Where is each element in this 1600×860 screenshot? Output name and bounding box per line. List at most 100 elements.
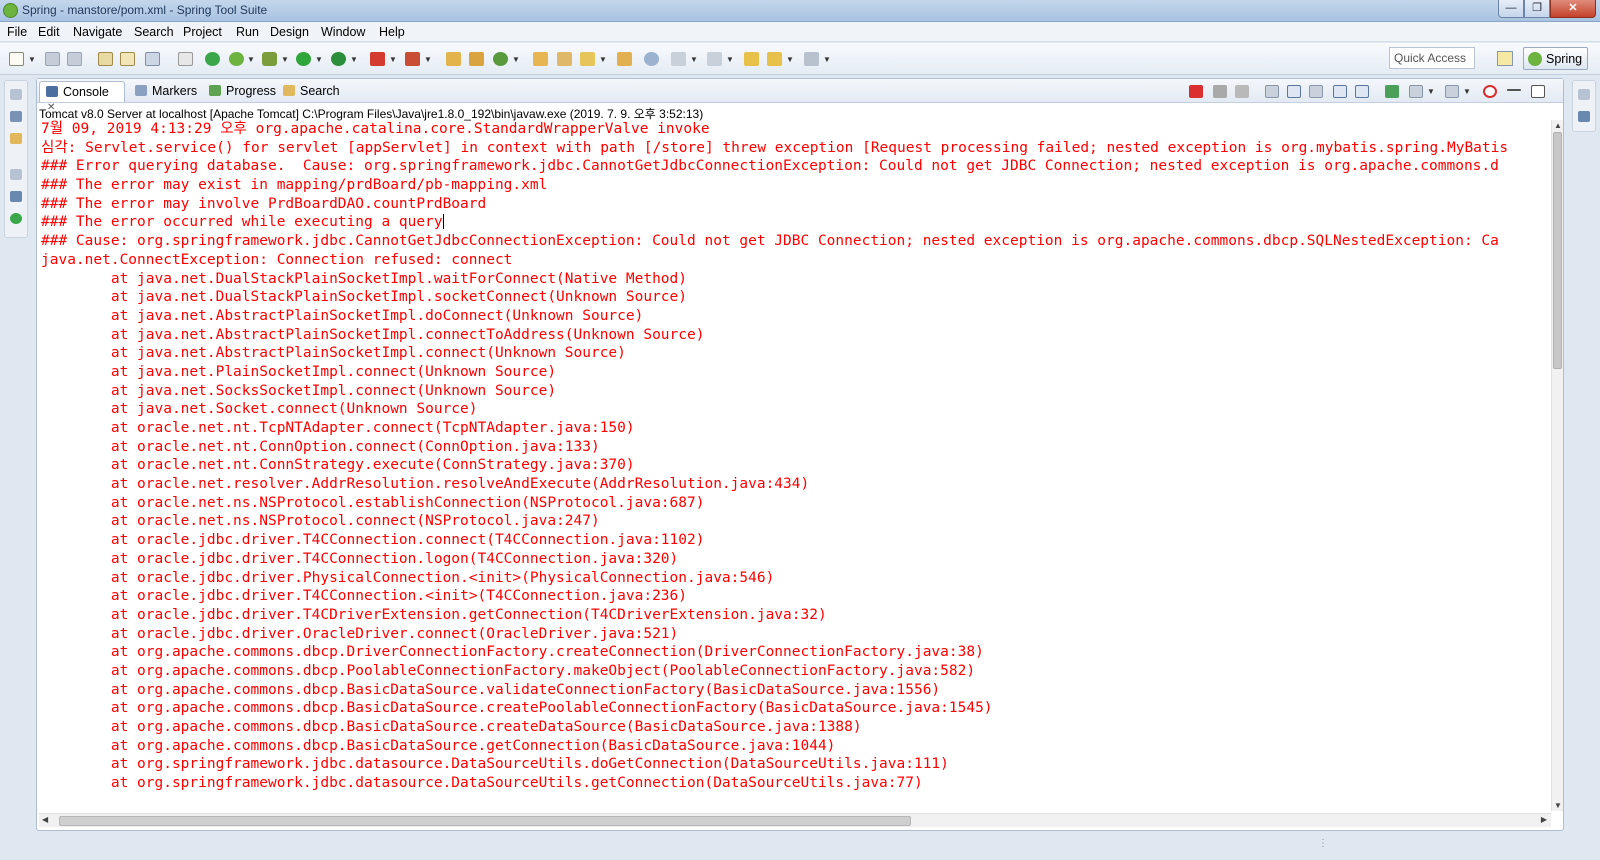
scroll-thumb[interactable] xyxy=(59,816,911,826)
pin-editor-icon[interactable] xyxy=(707,52,722,66)
new-class-dropdown-icon[interactable]: ▼ xyxy=(424,55,432,64)
console-line: at org.springframework.jdbc.datasource.D… xyxy=(41,775,923,792)
tab-search[interactable]: Search xyxy=(277,81,347,102)
last-edit-icon[interactable] xyxy=(671,52,686,66)
open-task-dropdown-icon[interactable]: ▼ xyxy=(512,55,520,64)
coverage-icon[interactable] xyxy=(262,52,277,66)
debug-icon[interactable] xyxy=(205,52,220,66)
vertical-scrollbar[interactable]: ▲ ▼ xyxy=(1551,120,1563,811)
task-list-icon[interactable] xyxy=(1578,111,1590,122)
menu-project[interactable]: Project xyxy=(183,25,222,39)
scroll-thumb[interactable] xyxy=(1553,132,1562,369)
spring-perspective-button[interactable]: Spring xyxy=(1523,47,1588,70)
close-window-button[interactable]: ✕ xyxy=(1550,0,1596,18)
menu-design[interactable]: Design xyxy=(270,25,309,39)
new-package-icon[interactable] xyxy=(331,52,346,66)
remove-all-icon[interactable] xyxy=(1235,85,1249,98)
remove-launch-icon[interactable] xyxy=(1213,85,1227,98)
progress-icon xyxy=(209,85,221,96)
open-console-dropdown-icon[interactable]: ▼ xyxy=(1463,87,1471,96)
history-icon[interactable] xyxy=(804,52,819,66)
minimize-icon[interactable] xyxy=(1507,89,1521,91)
spring-boot-icon[interactable] xyxy=(178,52,193,66)
refresh-icon[interactable] xyxy=(446,52,461,66)
pin-console-icon[interactable] xyxy=(1385,85,1399,98)
scroll-right-icon[interactable]: ▶ xyxy=(1541,815,1547,824)
menu-window[interactable]: Window xyxy=(321,25,365,39)
scroll-up-icon[interactable]: ▲ xyxy=(1554,121,1562,130)
show-on-stderr-icon[interactable] xyxy=(1355,85,1369,98)
scroll-left-icon[interactable]: ◀ xyxy=(42,815,48,824)
open-console-icon[interactable] xyxy=(1445,85,1459,98)
word-wrap-icon[interactable] xyxy=(1309,85,1323,98)
save-all-icon[interactable] xyxy=(67,52,82,66)
open-perspective-icon[interactable] xyxy=(1497,51,1513,66)
new-icon[interactable] xyxy=(9,52,24,66)
outline-icon[interactable] xyxy=(10,191,22,202)
clear-console-icon[interactable] xyxy=(1265,85,1279,98)
new-package-dropdown-icon[interactable]: ▼ xyxy=(350,55,358,64)
stop-dropdown-icon[interactable]: ▼ xyxy=(389,55,397,64)
tab-markers[interactable]: Markers xyxy=(129,81,203,102)
restore-icon[interactable] xyxy=(1578,89,1590,100)
save-icon[interactable] xyxy=(45,52,60,66)
terminate-icon[interactable] xyxy=(1189,85,1203,98)
console-line: at oracle.jdbc.driver.PhysicalConnection… xyxy=(41,569,775,586)
prev-annotation-icon[interactable] xyxy=(644,52,659,66)
menu-run[interactable]: Run xyxy=(236,25,259,39)
external-tools-dropdown-icon[interactable]: ▼ xyxy=(315,55,323,64)
restore-icon[interactable] xyxy=(10,89,22,100)
menu-search[interactable]: Search xyxy=(134,25,174,39)
console-output[interactable]: 7월 09, 2019 4:13:29 오후 org.apache.catali… xyxy=(41,120,1547,810)
perspective-label: Spring xyxy=(1546,52,1583,66)
new-dropdown-icon[interactable]: ▼ xyxy=(28,55,36,64)
restore-icon[interactable] xyxy=(10,169,22,180)
spring-tools-icon[interactable] xyxy=(1483,85,1497,98)
search-icon[interactable] xyxy=(533,52,548,66)
stop-icon[interactable] xyxy=(370,52,385,66)
show-on-stdout-icon[interactable] xyxy=(1333,85,1347,98)
print-icon[interactable] xyxy=(98,52,113,66)
menu-edit[interactable]: Edit xyxy=(38,25,60,39)
maximize-icon[interactable] xyxy=(1531,85,1545,98)
pin-editor-dropdown-icon[interactable]: ▼ xyxy=(726,55,734,64)
minimize-button[interactable]: — xyxy=(1498,0,1524,18)
package-explorer-icon[interactable] xyxy=(10,111,22,122)
menu-navigate[interactable]: Navigate xyxy=(73,25,122,39)
open-task-icon[interactable] xyxy=(493,52,508,66)
boot-dashboard-icon[interactable] xyxy=(10,213,22,224)
console-line: at oracle.net.nt.TcpNTAdapter.connect(Tc… xyxy=(41,420,635,436)
restore-button[interactable]: ❐ xyxy=(1524,0,1550,18)
console-line: at org.apache.commons.dbcp.BasicDataSour… xyxy=(41,700,993,717)
forward-dropdown-icon[interactable]: ▼ xyxy=(786,55,794,64)
open-folder-icon[interactable] xyxy=(557,52,572,66)
last-edit-dropdown-icon[interactable]: ▼ xyxy=(690,55,698,64)
display-console-dropdown-icon[interactable]: ▼ xyxy=(1427,87,1435,96)
skip-breakpoints-icon[interactable] xyxy=(120,52,135,66)
tab-console[interactable]: Console✕ xyxy=(39,81,125,113)
globe-icon[interactable] xyxy=(580,52,595,66)
server-start-icon[interactable] xyxy=(145,52,160,66)
project-explorer-icon[interactable] xyxy=(10,133,22,144)
menu-file[interactable]: File xyxy=(7,25,27,39)
globe-dropdown-icon[interactable]: ▼ xyxy=(599,55,607,64)
horizontal-scrollbar[interactable]: ◀ ▶ xyxy=(39,813,1551,827)
history-dropdown-icon[interactable]: ▼ xyxy=(823,55,831,64)
display-console-icon[interactable] xyxy=(1409,85,1423,98)
run-dropdown-icon[interactable]: ▼ xyxy=(247,55,255,64)
next-annotation-icon[interactable] xyxy=(617,52,632,66)
open-type-icon[interactable] xyxy=(469,52,484,66)
console-line: ### Error querying database. Cause: org.… xyxy=(41,158,1499,175)
coverage-dropdown-icon[interactable]: ▼ xyxy=(281,55,289,64)
scroll-down-icon[interactable]: ▼ xyxy=(1554,801,1562,810)
external-tools-icon[interactable] xyxy=(296,52,311,66)
tab-progress[interactable]: Progress xyxy=(203,81,281,102)
run-icon[interactable] xyxy=(229,52,244,66)
forward-icon[interactable] xyxy=(767,52,782,66)
scroll-lock-icon[interactable] xyxy=(1287,85,1301,98)
back-icon[interactable] xyxy=(744,52,759,66)
console-line: at org.apache.commons.dbcp.PoolableConne… xyxy=(41,662,976,679)
menu-help[interactable]: Help xyxy=(379,25,405,39)
quick-access-input[interactable]: Quick Access xyxy=(1389,47,1475,69)
new-class-icon[interactable] xyxy=(405,52,420,66)
